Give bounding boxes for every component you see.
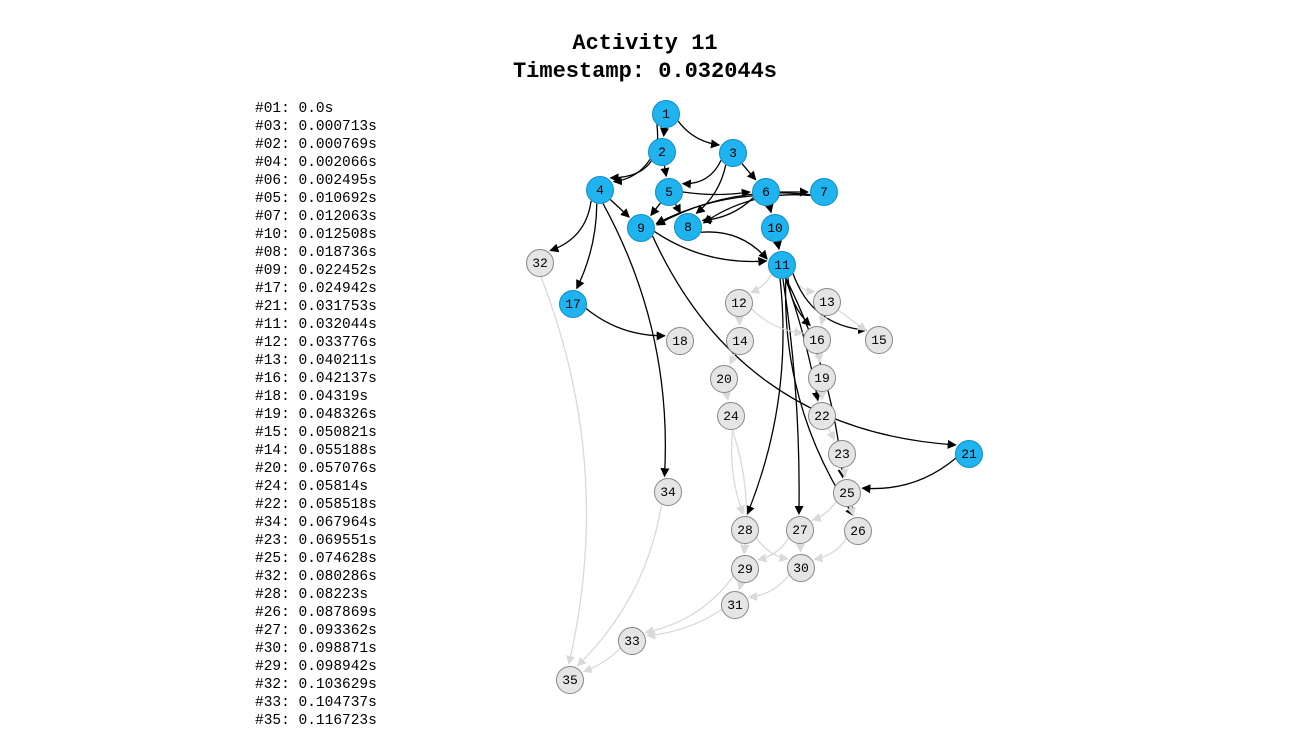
edge-7-8 — [703, 195, 810, 223]
edge-30-31 — [749, 575, 789, 597]
edge-29-33 — [645, 577, 733, 633]
edge-5-8 — [676, 204, 681, 213]
edge-27-29 — [758, 538, 789, 560]
edge-26-30 — [814, 539, 846, 560]
edge-5-6 — [683, 192, 750, 195]
edge-3-6 — [742, 164, 756, 180]
edge-11-12 — [751, 274, 772, 292]
edge-23-25 — [844, 468, 845, 477]
edge-4-9 — [610, 200, 629, 218]
edge-24-28 — [732, 430, 743, 514]
edge-22-23 — [829, 428, 835, 439]
edge-10-11 — [778, 242, 779, 250]
edge-11-28 — [747, 279, 783, 514]
edge-2-5 — [664, 166, 666, 176]
edge-13-16 — [821, 316, 823, 325]
edge-5-9 — [651, 203, 661, 215]
edge-3-5 — [683, 160, 721, 183]
edge-31-33 — [647, 610, 722, 636]
edge-1-4 — [610, 125, 657, 178]
edge-33-35 — [584, 648, 621, 671]
edge-7-9 — [657, 193, 811, 225]
edge-8-11 — [701, 232, 767, 259]
edge-1-3 — [678, 121, 719, 145]
edge-17-18 — [586, 309, 665, 336]
edge-20-24 — [727, 393, 728, 401]
graph-edges — [0, 0, 1290, 726]
edge-14-20 — [730, 354, 734, 364]
edge-12-16 — [752, 309, 803, 333]
edge-21-25 — [862, 458, 955, 488]
edge-32-35 — [541, 277, 586, 664]
edge-24-29 — [732, 430, 746, 553]
edge-25-27 — [813, 502, 836, 520]
edge-29-31 — [739, 582, 741, 589]
edge-11-15 — [793, 274, 866, 331]
edge-28-30 — [757, 538, 788, 559]
edge-2-4 — [614, 159, 650, 181]
edge-34-35 — [577, 504, 661, 665]
edge-9-11 — [655, 232, 767, 262]
edge-1-2 — [664, 128, 665, 136]
edge-11-13 — [793, 274, 815, 292]
edge-4-32 — [550, 201, 591, 251]
edge-6-10 — [769, 206, 771, 213]
